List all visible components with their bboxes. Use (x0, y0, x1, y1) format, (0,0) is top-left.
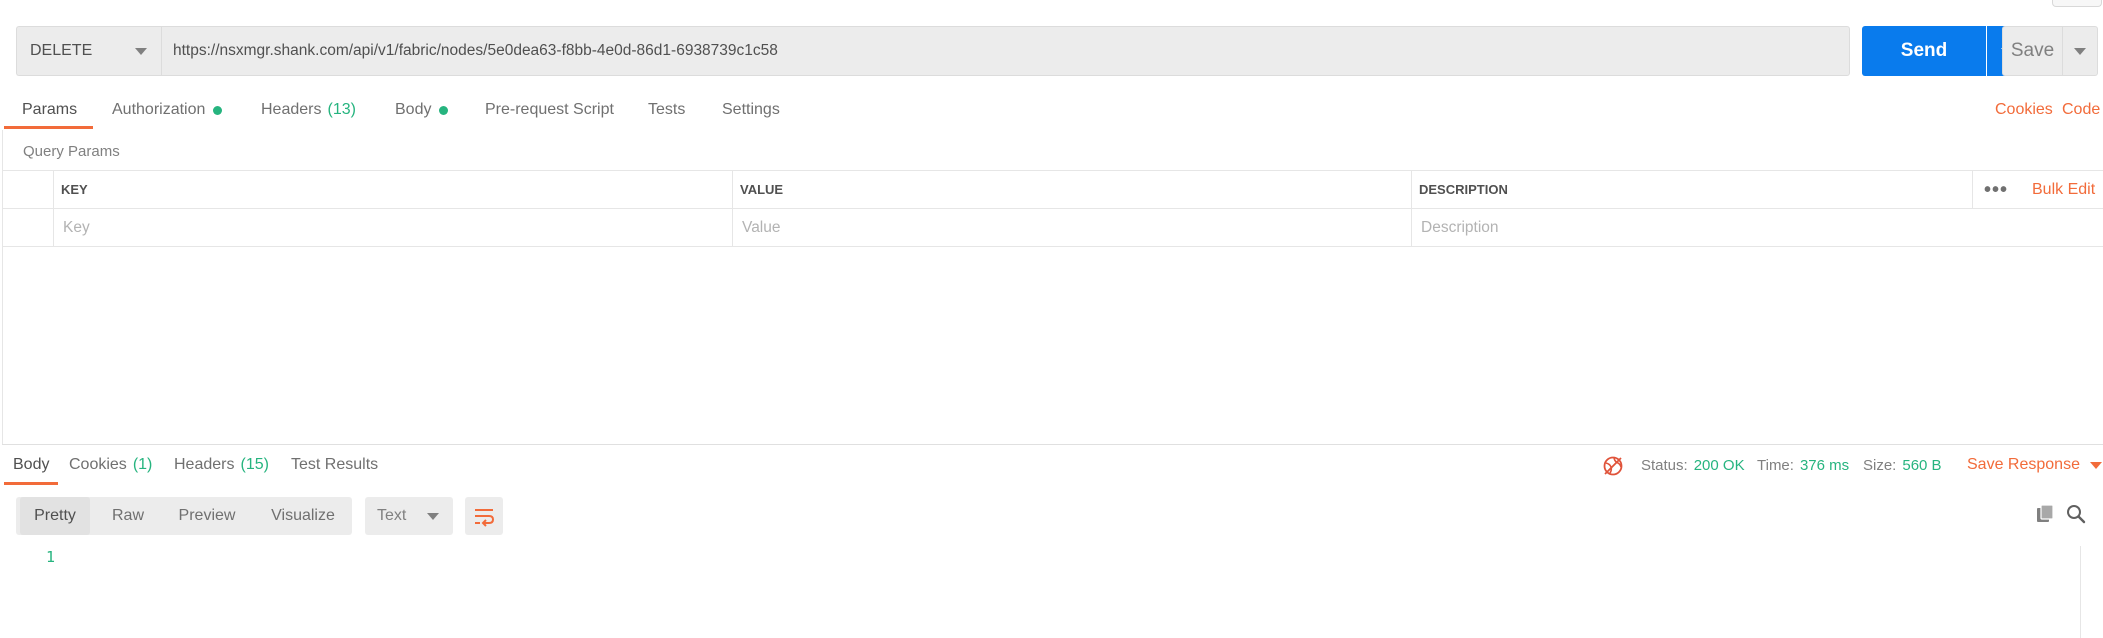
time-readout: Time: 376 ms (1757, 454, 1849, 476)
column-header-description: DESCRIPTION (1419, 181, 1508, 197)
tab-tests-label: Tests (648, 101, 686, 118)
status-readout: Status: 200 OK (1641, 454, 1745, 476)
tab-settings-label: Settings (722, 101, 780, 118)
response-tab-cookies-count: (1) (132, 456, 153, 473)
pane-border (2, 130, 3, 444)
size-readout: Size: 560 B (1863, 454, 1942, 476)
column-divider (53, 170, 54, 246)
tab-pre-request-label: Pre-request Script (485, 101, 614, 118)
response-divider (2, 444, 2103, 445)
tab-params-label: Params (22, 101, 78, 118)
response-tab-headers-count: (15) (240, 456, 269, 473)
tab-authorization[interactable]: Authorization (112, 98, 223, 122)
param-description-input[interactable]: Description (1421, 218, 2081, 238)
active-tab-indicator (4, 126, 93, 129)
view-mode-pretty[interactable]: Pretty (20, 497, 90, 535)
time-label: Time: (1757, 456, 1794, 474)
response-tab-test-results[interactable]: Test Results (291, 454, 378, 476)
column-divider (732, 170, 733, 246)
time-value: 376 ms (1799, 456, 1850, 474)
tab-tests[interactable]: Tests (648, 98, 685, 122)
tab-params[interactable]: Params (22, 98, 77, 122)
chevron-down-icon (2089, 461, 2102, 469)
url-input[interactable]: https://nsxmgr.shank.com/api/v1/fabric/n… (161, 26, 1850, 76)
response-tab-body-label: Body (13, 456, 50, 473)
tab-headers-label: Headers (261, 101, 322, 118)
param-key-input[interactable]: Key (63, 218, 723, 238)
wrap-lines-button[interactable] (465, 497, 503, 535)
tab-headers-count: (13) (327, 101, 356, 118)
chevron-down-icon (2074, 48, 2086, 55)
view-mode-preview[interactable]: Preview (165, 497, 249, 535)
tab-settings[interactable]: Settings (722, 98, 780, 122)
save-options-button[interactable] (2062, 26, 2098, 76)
wrap-lines-icon (475, 509, 495, 527)
send-button[interactable]: Send (1862, 26, 1986, 76)
response-tab-headers[interactable]: Headers (15) (174, 454, 269, 476)
active-response-tab-indicator (4, 482, 58, 485)
response-tab-test-results-label: Test Results (291, 456, 379, 473)
window-corner-tab (2052, 0, 2102, 7)
line-number: 1 (46, 548, 56, 566)
active-dot-icon (213, 105, 223, 115)
tab-pre-request-script[interactable]: Pre-request Script (485, 98, 614, 122)
editor-scrollbar-track (2080, 546, 2081, 638)
size-label: Size: (1863, 456, 1897, 474)
response-tab-body[interactable]: Body (13, 454, 49, 476)
table-top-border (2, 170, 2103, 171)
column-header-key: KEY (61, 181, 88, 197)
bulk-edit-link[interactable]: Bulk Edit (2032, 180, 2095, 200)
copy-icon[interactable] (2034, 503, 2056, 525)
cookies-link[interactable]: Cookies (1995, 98, 2053, 122)
status-label: Status: (1641, 456, 1688, 474)
url-value: https://nsxmgr.shank.com/api/v1/fabric/n… (173, 42, 778, 59)
column-header-value: VALUE (740, 181, 784, 197)
chevron-down-icon (135, 48, 147, 55)
globe-icon[interactable] (1602, 455, 1624, 477)
method-label: DELETE (30, 42, 93, 59)
active-dot-icon (439, 105, 449, 115)
param-value-input[interactable]: Value (742, 218, 1402, 238)
response-tab-cookies-label: Cookies (69, 456, 127, 473)
tab-body[interactable]: Body (395, 98, 449, 122)
column-divider (1411, 170, 1412, 246)
view-mode-raw[interactable]: Raw (95, 497, 161, 535)
format-label: Text (377, 507, 407, 524)
response-tab-headers-label: Headers (174, 456, 235, 473)
tab-headers[interactable]: Headers (13) (261, 98, 356, 122)
status-value: 200 OK (1693, 456, 1745, 474)
format-select[interactable]: Text (365, 497, 453, 535)
code-link[interactable]: Code (2062, 98, 2100, 122)
search-icon[interactable] (2065, 503, 2087, 525)
table-header-border (2, 208, 2103, 209)
tab-authorization-label: Authorization (112, 101, 206, 118)
size-value: 560 B (1902, 456, 1942, 474)
query-params-title: Query Params (23, 142, 120, 160)
save-response-label: Save Response (1967, 456, 2080, 473)
save-button[interactable]: Save (2002, 26, 2062, 76)
column-divider (1972, 170, 1973, 208)
tab-body-label: Body (395, 101, 432, 118)
method-select[interactable]: DELETE (16, 26, 161, 76)
response-tab-cookies[interactable]: Cookies (1) (69, 454, 152, 476)
save-response-button[interactable]: Save Response (1967, 454, 2102, 476)
more-options-icon[interactable]: ••• (1984, 179, 2008, 202)
chevron-down-icon (427, 513, 439, 520)
table-row-border (2, 246, 2103, 247)
view-mode-visualize[interactable]: Visualize (258, 497, 348, 535)
